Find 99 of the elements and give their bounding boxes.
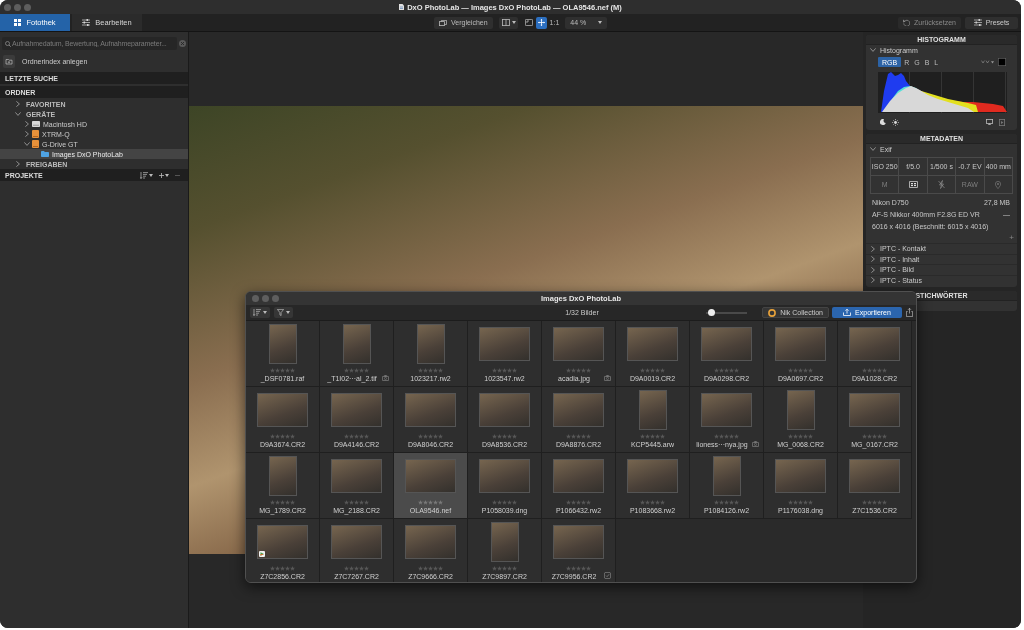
chevron-down-icon[interactable] — [869, 48, 876, 52]
star-rating[interactable] — [344, 566, 369, 571]
location-pin-icon — [995, 180, 1002, 189]
chevron-right-icon[interactable] — [15, 161, 20, 167]
star-rating[interactable] — [788, 500, 813, 505]
sliders-icon — [82, 19, 91, 26]
chevron-right-icon[interactable] — [870, 277, 875, 284]
drive-icon — [32, 130, 39, 138]
star-rating[interactable] — [418, 566, 443, 571]
star-rating[interactable] — [492, 368, 517, 373]
search-icon — [5, 40, 11, 47]
chevron-right-icon[interactable] — [870, 245, 875, 252]
chevron-right-icon[interactable] — [24, 131, 29, 137]
star-rating[interactable] — [862, 434, 887, 439]
move-button[interactable] — [535, 16, 547, 29]
caret-icon — [263, 311, 267, 314]
chevron-right-icon[interactable] — [15, 101, 20, 107]
drive-icon — [32, 140, 39, 148]
close-button[interactable] — [4, 3, 11, 11]
star-rating[interactable] — [270, 500, 295, 505]
star-rating[interactable] — [714, 500, 739, 505]
star-rating[interactable] — [492, 566, 517, 571]
ring-icon — [768, 308, 777, 317]
swatch-icon[interactable] — [998, 58, 1006, 66]
caret-icon — [286, 311, 290, 314]
dropdown-icon[interactable] — [981, 60, 994, 64]
zoom-button[interactable] — [24, 3, 31, 11]
caret-icon — [149, 173, 153, 177]
star-rating[interactable] — [566, 368, 591, 373]
sun-icon[interactable] — [892, 118, 899, 126]
caret-icon — [598, 21, 603, 24]
star-rating[interactable] — [344, 500, 369, 505]
size-slider[interactable] — [706, 309, 748, 316]
close-button[interactable] — [252, 295, 259, 302]
slider-thumb[interactable] — [707, 309, 715, 316]
star-rating[interactable] — [714, 434, 739, 439]
star-rating[interactable] — [862, 500, 887, 505]
drive-icon — [32, 121, 40, 127]
sort-icon — [140, 171, 148, 179]
caret-icon — [165, 173, 169, 177]
moon-icon[interactable] — [880, 119, 886, 125]
star-rating[interactable] — [418, 368, 443, 373]
undo-icon — [902, 19, 910, 26]
star-rating[interactable] — [566, 500, 591, 505]
view-mode-button[interactable] — [498, 16, 518, 29]
move-icon — [537, 19, 545, 26]
fit-screen-icon — [524, 19, 533, 26]
sort-button[interactable] — [250, 307, 270, 318]
export-icon — [843, 309, 852, 316]
monitor-icon[interactable] — [986, 119, 993, 125]
chevron-down-icon[interactable] — [23, 142, 30, 146]
sort-icon — [253, 309, 261, 316]
fit-button[interactable] — [522, 16, 535, 29]
chevron-down-icon[interactable] — [869, 147, 876, 151]
star-rating[interactable] — [566, 566, 591, 571]
star-rating[interactable] — [640, 500, 665, 505]
minimize-button[interactable] — [262, 295, 269, 302]
grid-icon — [14, 19, 22, 26]
star-rating[interactable] — [714, 368, 739, 373]
filter-icon — [277, 309, 284, 316]
star-rating[interactable] — [566, 434, 591, 439]
sliders-icon — [973, 19, 982, 26]
star-rating[interactable] — [788, 368, 813, 373]
add-button[interactable]: + — [1009, 233, 1014, 242]
star-rating[interactable] — [344, 434, 369, 439]
chevron-down-icon[interactable] — [14, 112, 21, 116]
chevron-right-icon[interactable] — [24, 121, 29, 127]
star-rating[interactable] — [344, 368, 369, 373]
caret-icon — [511, 21, 516, 24]
folder-plus-icon — [3, 55, 15, 68]
star-rating[interactable] — [862, 368, 887, 373]
zoom-button[interactable] — [272, 295, 279, 302]
star-rating[interactable] — [270, 434, 295, 439]
split-view-icon — [501, 19, 510, 26]
star-rating[interactable] — [418, 500, 443, 505]
document-icon — [399, 4, 405, 10]
star-rating[interactable] — [492, 434, 517, 439]
chevron-right-icon[interactable] — [870, 266, 875, 273]
star-rating[interactable] — [788, 434, 813, 439]
plus-icon — [159, 172, 164, 178]
star-rating[interactable] — [418, 434, 443, 439]
flash-off-icon — [938, 180, 945, 189]
minimize-button[interactable] — [14, 3, 21, 11]
share-icon — [906, 308, 913, 317]
metering-icon — [908, 181, 918, 188]
star-rating[interactable] — [640, 368, 665, 373]
share-button[interactable] — [905, 307, 914, 318]
sort-button[interactable] — [140, 171, 153, 179]
add-button[interactable] — [159, 172, 169, 178]
star-rating[interactable] — [270, 368, 295, 373]
star-rating[interactable] — [640, 434, 665, 439]
folder-icon — [41, 151, 49, 157]
clear-icon[interactable] — [179, 40, 186, 47]
star-rating[interactable] — [492, 500, 517, 505]
chevron-right-icon[interactable] — [870, 256, 875, 263]
star-rating[interactable] — [270, 566, 295, 571]
compare-icon — [439, 19, 447, 26]
page-icon[interactable] — [999, 118, 1005, 126]
filter-button[interactable] — [274, 307, 293, 318]
